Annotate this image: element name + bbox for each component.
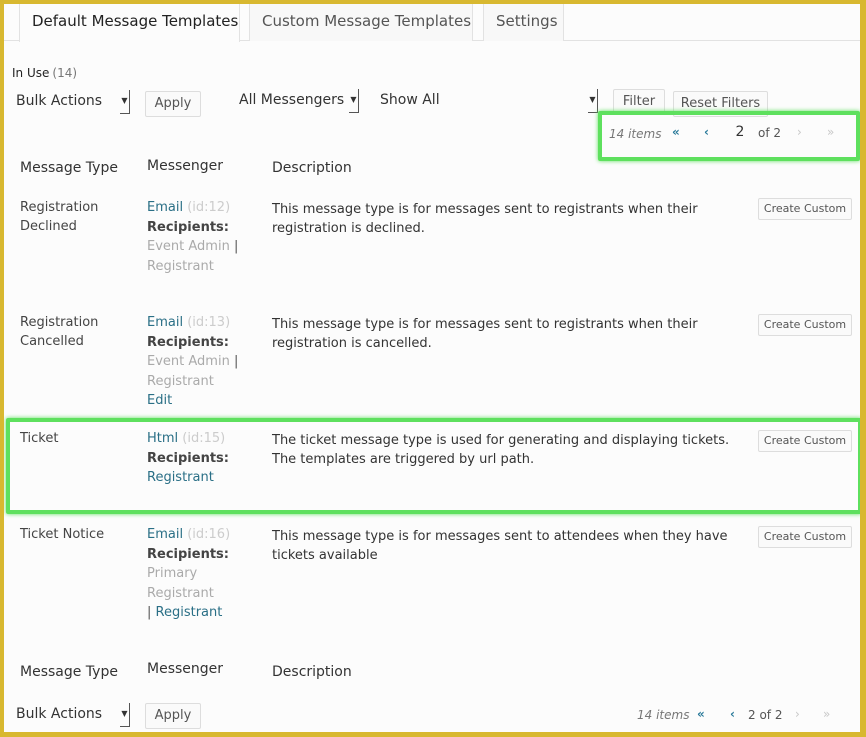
reset-filters-button[interactable]: Reset Filters (673, 91, 768, 117)
edit-link[interactable]: Edit (147, 391, 267, 411)
status-label: In Use (12, 66, 50, 80)
recipients-label: Recipients: (147, 546, 229, 562)
messenger-cell: Email (id:12) Recipients: Event Admin | … (147, 198, 267, 276)
pagination-top: 14 items « ‹ 2 of 2 › » (609, 124, 859, 145)
create-custom-button[interactable]: Create Custom (758, 198, 852, 220)
current-page-input[interactable]: 2 (729, 124, 751, 140)
prev-page-icon[interactable]: ‹ (704, 125, 709, 139)
chevron-down-icon: ▼ (120, 703, 130, 727)
status-in-use[interactable]: In Use (14) (12, 66, 77, 80)
template-id: (id:12) (187, 200, 231, 215)
bulk-actions-value: Bulk Actions (16, 93, 103, 109)
pagination-bottom: 14 items « ‹ 2 of 2 › » (637, 707, 857, 728)
recipients-label: Recipients: (147, 334, 229, 350)
recipient-registrant[interactable]: Registrant (147, 468, 267, 488)
template-id: (id:15) (182, 431, 226, 446)
messenger-link[interactable]: Html (147, 431, 178, 446)
description: This message type is for messages sent t… (272, 529, 728, 563)
description: The ticket message type is used for gene… (272, 433, 730, 467)
messages-page: Default Message Templates Custom Message… (4, 4, 860, 732)
footer-column-header-description[interactable]: Description (272, 664, 352, 680)
message-type: Ticket (20, 431, 59, 446)
tab-default-message-templates[interactable]: Default Message Templates (19, 4, 240, 42)
bulk-actions-value: Bulk Actions (16, 706, 103, 722)
next-page-icon[interactable]: › (795, 707, 800, 721)
tab-bar: Default Message Templates Custom Message… (4, 4, 860, 42)
bulk-actions-select[interactable]: Bulk Actions ▼ (12, 90, 130, 114)
next-page-icon[interactable]: › (797, 125, 802, 139)
tab-custom-message-templates[interactable]: Custom Message Templates (249, 4, 473, 41)
filter-button[interactable]: Filter (613, 89, 665, 115)
message-type: Registration Cancelled (20, 315, 99, 349)
create-custom-button[interactable]: Create Custom (758, 430, 852, 452)
prev-page-icon[interactable]: ‹ (730, 707, 735, 721)
template-id: (id:16) (187, 527, 231, 542)
page-indicator: 2 of 2 (748, 708, 783, 722)
show-filter-value: Show All (380, 92, 440, 108)
bulk-actions-select-bottom[interactable]: Bulk Actions ▼ (12, 703, 130, 727)
create-custom-button[interactable]: Create Custom (758, 314, 852, 336)
message-type: Registration Declined (20, 200, 99, 234)
messenger-cell: Email (id:13) Recipients: Event Admin | … (147, 313, 267, 411)
apply-button[interactable]: Apply (145, 91, 201, 117)
items-count: 14 items (637, 708, 690, 722)
recipients-label: Recipients: (147, 219, 229, 235)
items-count: 14 items (609, 127, 662, 141)
recipient-event-admin[interactable]: Event Admin (147, 354, 230, 369)
messenger-link[interactable]: Email (147, 200, 183, 215)
messenger-link[interactable]: Email (147, 315, 183, 330)
recipient-event-admin[interactable]: Event Admin (147, 239, 230, 254)
recipient-registrant[interactable]: Registrant (147, 372, 267, 392)
recipient-registrant[interactable]: Registrant (156, 605, 223, 620)
create-custom-button[interactable]: Create Custom (758, 526, 852, 548)
description: This message type is for messages sent t… (272, 202, 698, 236)
recipient-registrant[interactable]: Registrant (147, 257, 267, 277)
footer-column-header-messenger[interactable]: Messenger (147, 661, 223, 677)
last-page-icon[interactable]: » (823, 707, 830, 721)
messengers-filter-value: All Messengers (239, 92, 345, 108)
recipients-label: Recipients: (147, 450, 229, 466)
first-page-icon[interactable]: « (672, 125, 680, 139)
recipient-primary-registrant[interactable]: Primary Registrant (147, 564, 227, 603)
template-id: (id:13) (187, 315, 231, 330)
apply-button-bottom[interactable]: Apply (145, 703, 201, 729)
tab-settings[interactable]: Settings (483, 4, 564, 41)
show-filter-select[interactable]: Show All ▼ (376, 89, 598, 113)
first-page-icon[interactable]: « (697, 707, 705, 721)
messengers-filter-select[interactable]: All Messengers ▼ (235, 89, 359, 113)
column-header-message-type[interactable]: Message Type (20, 160, 118, 176)
chevron-down-icon: ▼ (588, 89, 598, 113)
last-page-icon[interactable]: » (827, 125, 834, 139)
message-type: Ticket Notice (20, 527, 105, 542)
messenger-link[interactable]: Email (147, 527, 183, 542)
column-header-messenger[interactable]: Messenger (147, 158, 223, 174)
messenger-cell: Html (id:15) Recipients: Registrant (147, 429, 267, 488)
page-total: of 2 (758, 126, 782, 140)
chevron-down-icon: ▼ (120, 90, 130, 114)
column-header-description[interactable]: Description (272, 160, 352, 176)
messenger-cell: Email (id:16) Recipients: Primary Regist… (147, 525, 267, 623)
chevron-down-icon: ▼ (349, 89, 359, 113)
status-count: (14) (52, 66, 78, 80)
footer-column-header-message-type[interactable]: Message Type (20, 664, 118, 680)
description: This message type is for messages sent t… (272, 317, 698, 351)
